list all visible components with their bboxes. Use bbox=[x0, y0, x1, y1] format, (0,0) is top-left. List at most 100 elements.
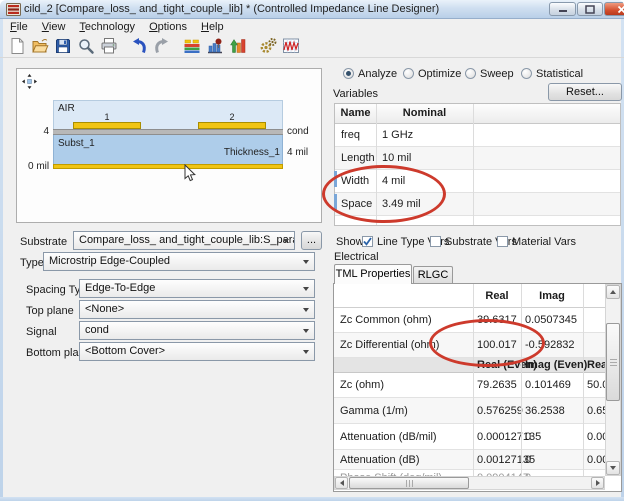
cell-imag[interactable]: 0.101469 bbox=[525, 379, 571, 391]
tab-tml-properties[interactable]: TML Properties bbox=[334, 264, 412, 284]
table-row[interactable]: Attenuation (dB) 0.00127135 0 0.001 bbox=[334, 450, 605, 470]
conductor2[interactable] bbox=[198, 122, 266, 129]
horizontal-scrollbar[interactable] bbox=[334, 476, 605, 490]
tml-subheader-row: Real (Even) Imag (Even) Real ( bbox=[334, 358, 605, 373]
radio-analyze-label: Analyze bbox=[358, 68, 397, 80]
cond-height-label: 4 bbox=[39, 126, 49, 137]
table-row[interactable]: Attenuation (dB/mil) 0.000127135 0 0.000 bbox=[334, 424, 605, 450]
horizontal-scrollbar-thumb[interactable] bbox=[349, 477, 469, 489]
zoom-icon[interactable] bbox=[74, 35, 97, 57]
menu-file[interactable]: File bbox=[3, 20, 35, 34]
signal-select[interactable]: cond bbox=[79, 321, 315, 340]
col-header-imag[interactable]: Imag bbox=[521, 290, 583, 302]
conductor1[interactable] bbox=[73, 122, 141, 129]
var-name: Length bbox=[341, 152, 375, 164]
close-button[interactable] bbox=[604, 2, 624, 16]
radio-sweep-label: Sweep bbox=[480, 68, 514, 80]
col-header-real[interactable]: Real bbox=[473, 290, 521, 302]
spacing-type-value: Edge-To-Edge bbox=[85, 282, 155, 294]
cell-imag[interactable]: -0.592832 bbox=[525, 339, 575, 351]
tml-header-row[interactable]: Real Imag bbox=[334, 284, 605, 308]
menu-options[interactable]: Options bbox=[142, 20, 194, 34]
substrate-layer[interactable]: Subst_1 Thickness_1 bbox=[53, 135, 283, 164]
save-icon[interactable] bbox=[51, 35, 74, 57]
spacing-type-select[interactable]: Edge-To-Edge bbox=[79, 279, 315, 298]
menu-technology[interactable]: Technology bbox=[72, 20, 142, 34]
tab-rlgc[interactable]: RLGC bbox=[413, 266, 453, 284]
cell-real[interactable]: 39.6317 bbox=[477, 314, 517, 326]
table-row[interactable]: Width 4 mil bbox=[335, 170, 620, 193]
radio-statistical-label: Statistical bbox=[536, 68, 583, 80]
checkbox-line-type-vars[interactable] bbox=[362, 236, 373, 247]
radio-sweep[interactable] bbox=[465, 68, 476, 79]
col-header-nominal[interactable]: Nominal bbox=[376, 107, 473, 119]
table-row[interactable]: Zc Differential (ohm) 100.017 -0.592832 bbox=[334, 333, 605, 358]
cell-col3[interactable]: 0.000 bbox=[587, 431, 605, 443]
vertical-scrollbar[interactable] bbox=[605, 284, 621, 476]
cell-real[interactable]: 0.576259 bbox=[477, 405, 523, 417]
table-row[interactable]: Length 10 mil bbox=[335, 147, 620, 170]
radio-optimize[interactable] bbox=[403, 68, 414, 79]
reset-button[interactable]: Reset... bbox=[548, 83, 622, 101]
cell-col3[interactable]: 0.001 bbox=[587, 454, 605, 466]
maximize-button[interactable] bbox=[577, 2, 603, 16]
substrate-browse-button[interactable]: ... bbox=[301, 231, 322, 250]
minimize-button[interactable] bbox=[549, 2, 576, 16]
cell-col3[interactable]: 50.00 bbox=[587, 379, 605, 391]
optimization-results-icon[interactable] bbox=[226, 35, 249, 57]
cell-imag[interactable]: 0 bbox=[525, 454, 531, 466]
ground-plane[interactable] bbox=[53, 164, 283, 169]
scroll-down-button[interactable] bbox=[606, 461, 620, 475]
var-nominal[interactable]: 1 GHz bbox=[382, 129, 413, 141]
scroll-right-button[interactable] bbox=[591, 477, 604, 489]
simulation-settings-icon[interactable] bbox=[256, 35, 279, 57]
table-row[interactable]: Gamma (1/m) 0.576259 36.2538 0.651 bbox=[334, 398, 605, 424]
substrate-stackup-icon[interactable] bbox=[180, 35, 203, 57]
redo-icon[interactable] bbox=[150, 35, 173, 57]
menu-view[interactable]: View bbox=[35, 20, 73, 34]
cell-imag[interactable]: 36.2538 bbox=[525, 405, 565, 417]
var-nominal[interactable]: 3.49 mil bbox=[382, 198, 421, 210]
menu-help[interactable]: Help bbox=[194, 20, 231, 34]
table-row[interactable]: Zc (ohm) 79.2635 0.101469 50.00 bbox=[334, 373, 605, 398]
print-icon[interactable] bbox=[97, 35, 120, 57]
toolbar bbox=[5, 34, 302, 57]
cell-imag[interactable]: 0.0507345 bbox=[525, 314, 577, 326]
vertical-scrollbar-thumb[interactable] bbox=[606, 323, 620, 401]
substrate-select[interactable]: Compare_loss_ and_tight_couple_lib:S_par… bbox=[73, 231, 295, 250]
var-nominal[interactable]: 4 mil bbox=[382, 175, 405, 187]
cell-real[interactable]: 0.000127135 bbox=[477, 431, 541, 443]
undo-icon[interactable] bbox=[127, 35, 150, 57]
cell-imag[interactable]: 0 bbox=[525, 431, 531, 443]
checkbox-material-vars[interactable] bbox=[497, 236, 508, 247]
scroll-left-button[interactable] bbox=[335, 477, 348, 489]
open-icon[interactable] bbox=[28, 35, 51, 57]
bottom-plane-select[interactable]: <Bottom Cover> bbox=[79, 342, 315, 361]
checkbox-substrate-vars[interactable] bbox=[430, 236, 441, 247]
variables-header-row[interactable]: Name Nominal bbox=[335, 104, 620, 124]
type-value: Microstrip Edge-Coupled bbox=[49, 255, 170, 267]
new-document-icon[interactable] bbox=[5, 35, 28, 57]
cell-col3[interactable]: 0.651 bbox=[587, 405, 605, 417]
table-row[interactable]: Space 3.49 mil bbox=[335, 193, 620, 216]
analysis-results-icon[interactable] bbox=[203, 35, 226, 57]
chevron-down-icon bbox=[303, 287, 309, 291]
chevron-down-icon bbox=[303, 260, 309, 264]
table-row[interactable]: freq 1 GHz bbox=[335, 124, 620, 147]
scroll-up-button[interactable] bbox=[606, 285, 620, 299]
variables-table[interactable]: Name Nominal freq 1 GHz Length 10 mil Wi… bbox=[334, 103, 621, 226]
type-select[interactable]: Microstrip Edge-Coupled bbox=[43, 252, 315, 271]
subheader-imag-even: Imag (Even) bbox=[525, 359, 587, 371]
app-icon bbox=[6, 3, 21, 21]
col-header-name[interactable]: Name bbox=[335, 107, 376, 119]
plot-results-icon[interactable] bbox=[279, 35, 302, 57]
table-row[interactable]: Zc Common (ohm) 39.6317 0.0507345 bbox=[334, 308, 605, 333]
radio-statistical[interactable] bbox=[521, 68, 532, 79]
cell-real[interactable]: 100.017 bbox=[477, 339, 517, 351]
signal-label: Signal bbox=[26, 326, 57, 338]
top-plane-select[interactable]: <None> bbox=[79, 300, 315, 319]
cell-real[interactable]: 79.2635 bbox=[477, 379, 517, 391]
radio-analyze[interactable] bbox=[343, 68, 354, 79]
cross-section-panel[interactable]: AIR 1 2 4 cond Subst_1 Thickness_1 4 mil… bbox=[16, 68, 322, 223]
var-nominal[interactable]: 10 mil bbox=[382, 152, 411, 164]
